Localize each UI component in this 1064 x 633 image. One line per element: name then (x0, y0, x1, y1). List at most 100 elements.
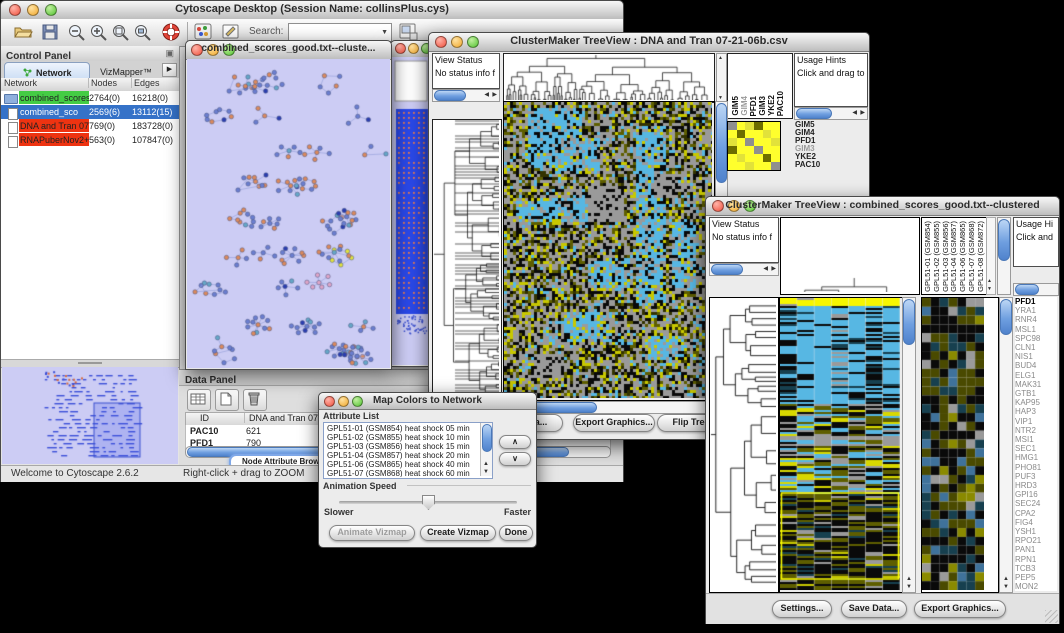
new-attribute-button[interactable] (215, 389, 239, 411)
tv1-column-label[interactable]: GIM4 (740, 96, 749, 116)
gene-label[interactable]: HAP3 (1015, 407, 1057, 416)
tv1-column-label[interactable]: PFD1 (749, 96, 758, 116)
gene-label[interactable]: RPN1 (1015, 555, 1057, 564)
tv1-column-dendrogram[interactable] (504, 54, 712, 100)
gene-label[interactable]: GPI16 (1015, 490, 1057, 499)
gene-label[interactable]: YRA1 (1015, 306, 1057, 315)
gene-label[interactable]: PHO81 (1015, 463, 1057, 472)
tv2-mini-scroller[interactable]: ▲ ▼ (986, 217, 996, 295)
gene-label[interactable]: MSL1 (1015, 325, 1057, 334)
col-header-network[interactable]: Network (4, 78, 84, 88)
tv2-status-scrollbar[interactable]: ◀ ▶ (709, 263, 779, 276)
network-overview-thumbnail[interactable] (2, 367, 178, 464)
tv1-export-graphics-button[interactable]: Export Graphics... (573, 414, 655, 432)
dialog-titlebar[interactable]: Map Colors to Network (319, 393, 536, 410)
tv2-column-label[interactable]: GPL51-01 (GSM854) (923, 221, 932, 292)
tv2-export-graphics-button[interactable]: Export Graphics... (914, 600, 1006, 618)
col-header-nodes[interactable]: Nodes (88, 78, 131, 88)
gene-label[interactable]: MON2 (1015, 582, 1057, 591)
network-list-item[interactable]: combined_sco2569(6)13112(15) (1, 105, 179, 119)
zoom-selected-icon[interactable] (111, 23, 131, 42)
background-network-view[interactable] (392, 57, 430, 365)
attribute-list-item[interactable]: GPL51-04 (GSM857) heat shock 20 min (325, 451, 477, 460)
tv1-mini-scroller[interactable]: ▲ ▼ (716, 53, 727, 103)
tv1-column-label[interactable]: YKE2 (767, 95, 776, 116)
gene-label[interactable]: GTB1 (1015, 389, 1057, 398)
tv2-column-dendrogram-area[interactable] (780, 217, 920, 295)
gene-label[interactable]: SEC24 (1015, 499, 1057, 508)
zoom-in-icon[interactable] (89, 23, 109, 42)
attribute-select-button[interactable] (187, 389, 211, 411)
save-icon[interactable] (41, 23, 59, 41)
gene-label[interactable]: VIP1 (1015, 417, 1057, 426)
gene-label[interactable]: CPA2 (1015, 509, 1057, 518)
tv2-hints-scrollbar[interactable] (1013, 283, 1059, 296)
gene-label[interactable]: YSH1 (1015, 527, 1057, 536)
tv1-column-label[interactable]: GIM5 (731, 96, 740, 116)
tv2-column-label[interactable]: GPL51-08 (GSM872) (976, 221, 985, 292)
tv2-column-label[interactable]: GPL51-06 (GSM865) (958, 221, 967, 292)
main-title-bar[interactable]: Cytoscape Desktop (Session Name: collins… (1, 1, 623, 20)
network-window-titlebar[interactable]: combined_scores_good.txt--cluste... (186, 41, 391, 60)
gene-label[interactable]: BUD4 (1015, 361, 1057, 370)
gene-label[interactable]: SEC1 (1015, 444, 1057, 453)
tab-network[interactable]: Network (4, 62, 90, 79)
tv2-column-label[interactable]: GPL51-02 (GSM855) (932, 221, 941, 292)
tv1-column-label[interactable]: GIM3 (758, 96, 767, 116)
gene-label[interactable]: TCB3 (1015, 564, 1057, 573)
resize-grip[interactable] (1045, 610, 1058, 623)
attribute-list-item[interactable]: GPL51-03 (GSM856) heat shock 15 min (325, 442, 477, 451)
birdseye-icon[interactable] (399, 22, 419, 42)
gene-label[interactable]: HMG1 (1015, 453, 1057, 462)
open-file-icon[interactable] (13, 23, 33, 41)
tv2-zoom-vscrollbar[interactable]: ▲ ▼ (999, 297, 1013, 593)
zoom-fit-icon[interactable] (133, 23, 153, 42)
col-header-edges[interactable]: Edges (131, 78, 180, 88)
help-lifering-icon[interactable] (161, 22, 181, 42)
network-list-item[interactable]: DNA and Tran 07769(0)183728(0) (1, 119, 179, 133)
annotation-icon[interactable] (222, 23, 241, 41)
data-col-id[interactable]: ID (200, 413, 240, 423)
gene-label[interactable]: CLN1 (1015, 343, 1057, 352)
attribute-list-item[interactable]: GPL51-02 (GSM855) heat shock 10 min (325, 433, 477, 442)
move-down-button[interactable]: ∨ (499, 452, 531, 466)
gene-label[interactable]: MAK31 (1015, 380, 1057, 389)
gene-label[interactable]: PAN1 (1015, 545, 1057, 554)
animate-vizmap-button[interactable]: Animate Vizmap (329, 525, 415, 541)
tv1-row-label[interactable]: PAC10 (795, 161, 855, 169)
tv1-zoom-matrix[interactable] (727, 121, 781, 171)
attribute-list[interactable]: GPL51-01 (GSM854) heat shock 05 minGPL51… (323, 422, 493, 479)
gene-label[interactable]: SPC98 (1015, 334, 1057, 343)
tv1-column-label[interactable]: PAC10 (776, 91, 785, 116)
tab-vizmapper[interactable]: VizMapper™ (90, 62, 162, 77)
tv2-zoom-heatmap[interactable] (922, 298, 984, 590)
move-up-button[interactable]: ∧ (499, 435, 531, 449)
gene-label[interactable]: PEP5 (1015, 573, 1057, 582)
network-list-item[interactable]: combined_scores2764(0)16218(0) (1, 91, 179, 105)
gene-label[interactable]: NTR2 (1015, 426, 1057, 435)
tv1-row-dendrogram[interactable] (433, 120, 499, 398)
background-window-titlebar[interactable] (391, 41, 431, 58)
gene-label[interactable]: KAP95 (1015, 398, 1057, 407)
gene-label[interactable]: MSI1 (1015, 435, 1057, 444)
tv2-save-data-button[interactable]: Save Data... (841, 600, 907, 618)
network-list-item[interactable]: RNAPuberNov2+563(0)107847(0) (1, 133, 179, 147)
gene-label[interactable]: RPO21 (1015, 536, 1057, 545)
attribute-list-vscrollbar[interactable]: ▲ ▼ (480, 423, 492, 476)
search-dropdown-icon[interactable]: ▼ (381, 29, 388, 36)
tv2-settings-button[interactable]: Settings... (772, 600, 832, 618)
attribute-list-item[interactable]: GPL51-06 (GSM865) heat shock 40 min (325, 460, 477, 469)
treeview-combined-titlebar[interactable]: ClusterMaker TreeView : combined_scores_… (706, 197, 1059, 216)
close-icon[interactable] (395, 43, 406, 54)
tv1-hints-scrollbar[interactable]: ◀ ▶ (794, 107, 868, 120)
gene-label[interactable]: HRD3 (1015, 481, 1057, 490)
delete-attribute-button[interactable] (243, 389, 267, 411)
gene-label[interactable]: NIS1 (1015, 352, 1057, 361)
attribute-list-item[interactable]: GPL51-07 (GSM868) heat shock 60 min (325, 469, 477, 477)
tv2-global-vscrollbar[interactable]: ▲ ▼ (902, 297, 916, 593)
gene-label[interactable]: ELG1 (1015, 371, 1057, 380)
create-vizmap-button[interactable]: Create Vizmap (420, 525, 496, 541)
tv2-column-label[interactable]: GPL51-07 (GSM868) (967, 221, 976, 292)
network-canvas[interactable] (187, 59, 390, 368)
attribute-list-item[interactable]: GPL51-01 (GSM854) heat shock 05 min (325, 424, 477, 433)
